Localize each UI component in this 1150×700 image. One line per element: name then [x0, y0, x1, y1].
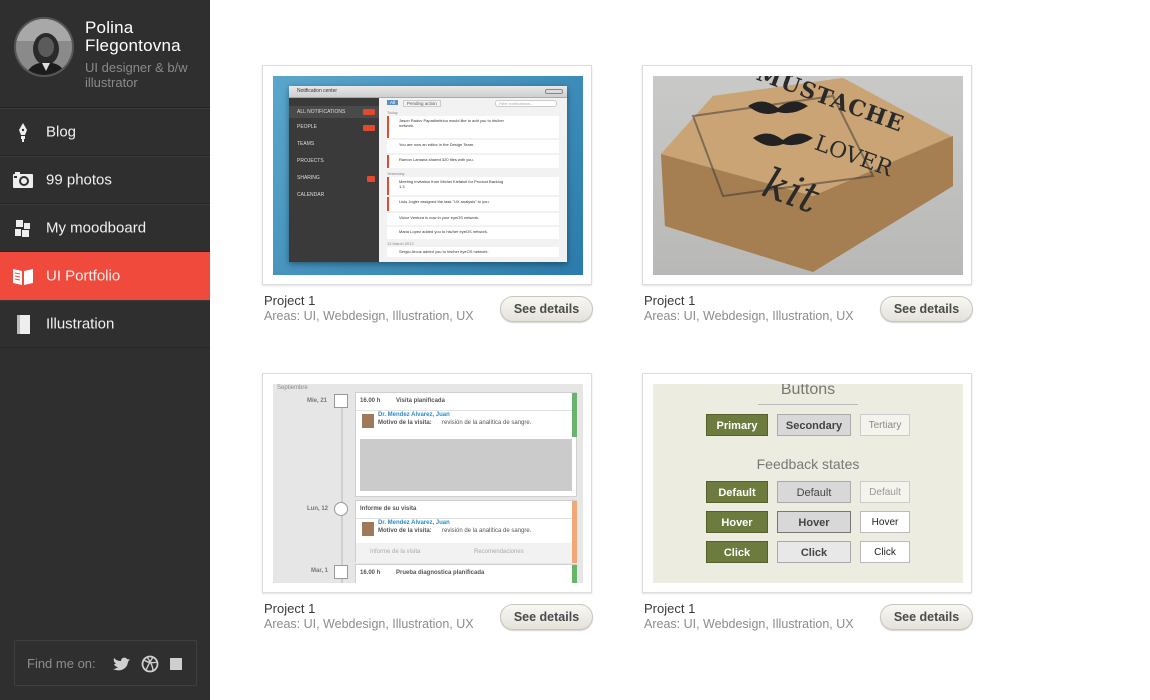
- doctor-avatar: [362, 522, 374, 536]
- sidebar: Polina Flegontovna UI designer & b/w ill…: [0, 0, 210, 700]
- notification-list: All Pending action Filter notifications.…: [381, 100, 561, 260]
- side-item: PROJECTS: [297, 158, 324, 164]
- timeline-date: Lun, 12: [307, 506, 329, 512]
- feedback-states-title: Feedback states: [756, 456, 860, 472]
- dribbble-icon[interactable]: [141, 655, 159, 673]
- timeline-card: 16.00 h Prueba diagnostica planificada: [355, 564, 577, 583]
- app: Polina Flegontovna UI designer & b/w ill…: [0, 0, 1150, 700]
- sidebar-item-label: My moodboard: [46, 219, 147, 237]
- timeline-axis: [341, 396, 343, 583]
- sidebar-item-label: 99 photos: [46, 171, 112, 189]
- notification-center-screenshot: Notification center ALL NOTIFICATIONS PE…: [273, 76, 583, 275]
- see-details-button[interactable]: See details: [880, 296, 973, 322]
- notebook-icon: [17, 315, 30, 334]
- project-areas: Areas: UI, Webdesign, Illustration, UX: [264, 309, 474, 323]
- doctor-avatar: [362, 414, 374, 428]
- social-links: Find me on:: [14, 640, 197, 686]
- book-icon: [13, 269, 33, 285]
- sidebar-item-moodboard[interactable]: My moodboard: [0, 204, 210, 252]
- puzzle-icon: [15, 220, 30, 237]
- button-styles-screenshot: Buttons Primary Secondary Tertiary Feedb…: [653, 384, 963, 583]
- primary-button-sample: Primary: [706, 414, 768, 436]
- mustache-box-photo: MUSTACHE LOVER kit: [653, 76, 963, 275]
- project-areas: Areas: UI, Webdesign, Illustration, UX: [644, 617, 854, 631]
- state-button-sample: Default: [777, 481, 851, 503]
- app-window: Notification center ALL NOTIFICATIONS PE…: [289, 86, 567, 262]
- project-thumbnail-frame[interactable]: Septiembre Mie, 21 16.00 h Visita planif…: [262, 373, 592, 593]
- profile: Polina Flegontovna UI designer & b/w ill…: [0, 0, 210, 108]
- project-thumbnail-frame[interactable]: Buttons Primary Secondary Tertiary Feedb…: [642, 373, 972, 593]
- state-button-sample: Default: [706, 481, 768, 503]
- see-details-button[interactable]: See details: [500, 604, 593, 630]
- project-areas: Areas: UI, Webdesign, Illustration, UX: [644, 309, 854, 323]
- camera-icon: [13, 172, 33, 188]
- square-icon[interactable]: [167, 655, 185, 673]
- project-title: Project 1: [264, 293, 316, 308]
- state-button-sample: Hover: [860, 511, 910, 533]
- profile-role: UI designer & b/w illustrator: [85, 60, 188, 90]
- timeline-card: 16.00 h Visita planificada Dr. Mendez Al…: [355, 392, 577, 497]
- see-details-button[interactable]: See details: [500, 296, 593, 322]
- sidebar-item-photos[interactable]: 99 photos: [0, 156, 210, 204]
- calendar-icon: [334, 565, 348, 579]
- window-sidebar: ALL NOTIFICATIONS PEOPLE TEAMS PROJECTS …: [289, 98, 379, 262]
- sidebar-item-label: UI Portfolio: [46, 267, 121, 285]
- state-button-sample: Click: [860, 541, 910, 563]
- twitter-icon[interactable]: [113, 655, 131, 673]
- sidebar-item-label: Blog: [46, 123, 77, 141]
- timeline-month: Septiembre: [277, 385, 308, 391]
- find-me-label: Find me on:: [27, 656, 96, 671]
- state-button-sample: Hover: [777, 511, 851, 533]
- side-item: TEAMS: [297, 141, 315, 147]
- sidebar-item-blog[interactable]: Blog: [0, 108, 210, 156]
- avatar[interactable]: [14, 17, 74, 77]
- medical-timeline-screenshot: Septiembre Mie, 21 16.00 h Visita planif…: [273, 384, 583, 583]
- attachment-icon: [334, 502, 348, 516]
- side-item: SHARING: [297, 175, 320, 181]
- calendar-icon: [334, 394, 348, 408]
- state-button-sample: Hover: [706, 511, 768, 533]
- secondary-button-sample: Secondary: [777, 414, 851, 436]
- project-thumbnail-frame[interactable]: MUSTACHE LOVER kit: [642, 65, 972, 285]
- state-button-sample: Click: [777, 541, 851, 563]
- project-areas: Areas: UI, Webdesign, Illustration, UX: [264, 617, 474, 631]
- project-title: Project 1: [644, 601, 696, 616]
- avatar-image: [16, 19, 72, 75]
- timeline-date: Mie, 21: [307, 398, 328, 404]
- sidebar-item-ui-portfolio[interactable]: UI Portfolio: [0, 252, 210, 300]
- side-item: CALENDAR: [297, 192, 325, 198]
- project-title: Project 1: [644, 293, 696, 308]
- project-thumbnail-frame[interactable]: Notification center ALL NOTIFICATIONS PE…: [262, 65, 592, 285]
- state-button-sample: Click: [706, 541, 768, 563]
- sidebar-item-illustration[interactable]: Illustration: [0, 300, 210, 348]
- buttons-title: Buttons: [780, 384, 836, 398]
- sidebar-item-label: Illustration: [46, 315, 115, 333]
- window-title: Notification center: [297, 88, 338, 94]
- project-title: Project 1: [264, 601, 316, 616]
- timeline-date: Mar, 1: [311, 568, 329, 574]
- pen-nib-icon: [19, 123, 27, 142]
- tertiary-button-sample: Tertiary: [860, 414, 910, 436]
- profile-name: Polina Flegontovna: [85, 18, 181, 55]
- state-button-sample: Default: [860, 481, 910, 503]
- timeline-card: Informe de su visita Dr. Mendez Alvarez,…: [355, 500, 577, 563]
- see-details-button[interactable]: See details: [880, 604, 973, 630]
- side-item: PEOPLE: [297, 124, 318, 130]
- window-controls: [545, 89, 563, 94]
- image-placeholder: [360, 439, 572, 491]
